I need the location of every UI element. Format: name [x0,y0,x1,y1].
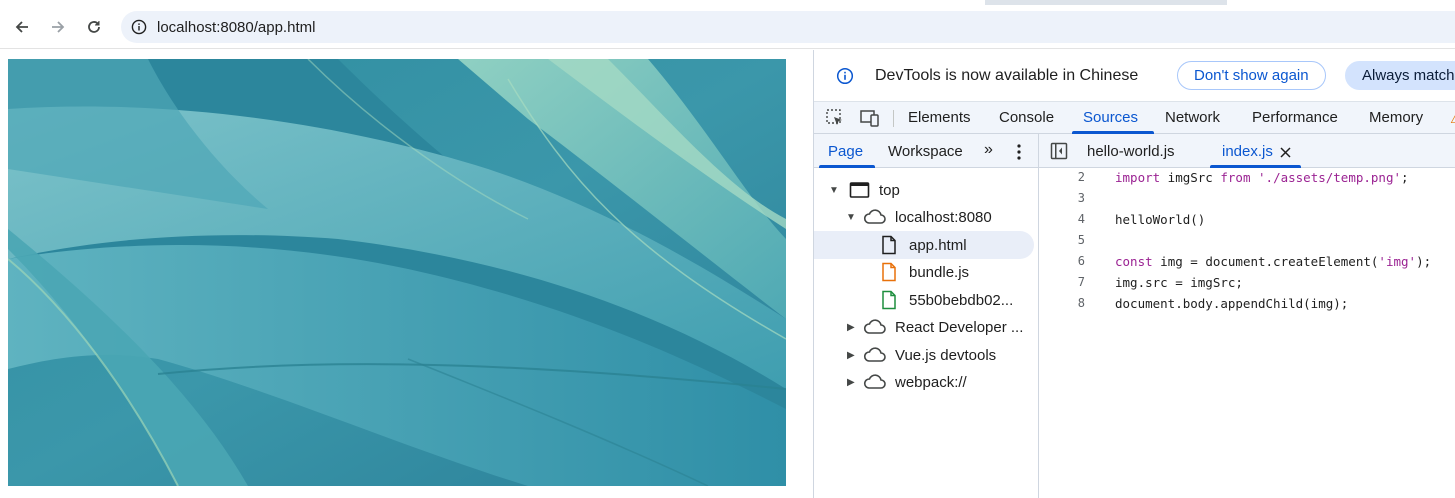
code-line: 5 [1039,231,1455,252]
device-toolbar-icon[interactable] [859,108,881,128]
infobar-message: DevTools is now available in Chinese [875,67,1139,84]
tree-item-image-file[interactable]: 55b0bebdb02... [814,286,1034,314]
tree-item-webpack[interactable]: ▶ webpack:// [814,368,1034,396]
back-button[interactable] [7,12,37,42]
forward-arrow-icon [52,21,65,33]
editor-tab-hello-world[interactable]: hello-world.js [1087,143,1175,160]
url-text: localhost:8080/app.html [157,18,316,36]
tab-network[interactable]: Network [1165,109,1220,126]
tree-item-label: webpack:// [895,373,967,391]
code-line: 6 const img = document.createElement('im… [1039,252,1455,273]
dont-show-again-button[interactable]: Don't show again [1177,61,1326,90]
toolbar-separator [893,110,894,127]
tree-item-label: top [879,181,900,199]
tree-item-bundle-js[interactable]: bundle.js [814,258,1034,286]
code-text: img.src = imgSrc; [1115,275,1243,290]
code-line: 2 import imgSrc from './assets/temp.png'… [1039,168,1455,189]
tab-performance[interactable]: Performance [1252,109,1338,126]
code-text: helloWorld() [1115,212,1206,227]
frame-icon [849,182,870,198]
cloud-icon [863,347,886,362]
browser-toolbar: localhost:8080/app.html [0,5,1455,49]
collapse-arrow-icon[interactable]: ▶ [847,377,855,388]
tree-item-label: app.html [909,236,967,254]
line-number: 6 [1077,254,1085,268]
tree-item-app-html[interactable]: app.html [814,231,1034,259]
expand-arrow-icon[interactable]: ▼ [829,185,839,196]
code-text: import imgSrc from './assets/temp.png'; [1115,170,1409,185]
code-text: document.body.appendChild(img); [1115,296,1349,311]
tab-memory[interactable]: Memory [1369,109,1423,126]
script-file-icon [882,262,896,282]
code-text: const img = document.createElement('img'… [1115,254,1432,269]
back-arrow-icon [15,21,28,33]
line-number: 8 [1077,296,1085,310]
collapse-arrow-icon[interactable]: ▶ [847,350,855,361]
tree-item-label: localhost:8080 [895,208,992,226]
tree-item-localhost[interactable]: ▼ localhost:8080 [814,203,1034,231]
code-line: 8 document.body.appendChild(img); [1039,294,1455,315]
inspect-element-icon[interactable] [825,108,845,128]
code-line: 7 img.src = imgSrc; [1039,273,1455,294]
code-line: 3 [1039,189,1455,210]
tree-item-react-devtools[interactable]: ▶ React Developer ... [814,313,1034,341]
devtools-main-tabbar: Elements Console Sources Network Perform… [814,101,1455,134]
warning-icon[interactable]: ⚠ [1450,109,1455,125]
more-options-icon[interactable] [1015,143,1023,161]
devtools-panel: DevTools is now available in Chinese Don… [813,50,1455,498]
address-bar[interactable]: localhost:8080/app.html [121,11,1455,43]
line-number: 5 [1077,233,1085,247]
line-number: 2 [1077,170,1085,184]
tab-workspace[interactable]: Workspace [888,143,963,160]
language-infobar: DevTools is now available in Chinese Don… [814,50,1455,101]
collapse-arrow-icon[interactable]: ▶ [847,322,855,333]
code-editor[interactable]: 2 import imgSrc from './assets/temp.png'… [1039,168,1455,498]
page-image [8,59,786,486]
cloud-icon [863,319,886,334]
line-number: 7 [1077,275,1085,289]
tree-item-label: bundle.js [909,263,970,281]
tree-item-vue-devtools[interactable]: ▶ Vue.js devtools [814,341,1034,369]
more-tabs-chevron-icon[interactable]: » [984,141,993,159]
file-navigator: ▼ top ▼ localhost:8080 app.html bundle.j… [814,168,1038,498]
image-file-icon [882,290,896,310]
info-icon [836,67,854,85]
tab-console[interactable]: Console [999,109,1054,126]
always-match-button[interactable]: Always match [1345,61,1455,90]
tree-item-label: 55b0bebdb02... [909,291,1014,309]
tree-item-top[interactable]: ▼ top [814,176,1034,204]
code-line: 4 helloWorld() [1039,210,1455,231]
reload-icon [88,21,100,33]
site-info-icon[interactable] [131,19,147,35]
sources-subtabbar: Page Workspace » hello-world.js index.js [814,134,1455,168]
tree-item-label: React Developer ... [895,318,1024,336]
document-icon [882,235,896,255]
agave-leaves-image [8,59,786,486]
line-number: 3 [1077,191,1085,205]
tab-sources[interactable]: Sources [1083,109,1138,126]
expand-arrow-icon[interactable]: ▼ [846,212,856,223]
tab-elements[interactable]: Elements [908,109,971,126]
cloud-icon [863,374,886,389]
tree-item-label: Vue.js devtools [895,346,997,364]
close-tab-icon[interactable] [1280,147,1291,158]
cloud-icon [863,209,886,224]
forward-button[interactable] [43,12,73,42]
line-number: 4 [1077,212,1085,226]
tab-page[interactable]: Page [828,143,863,160]
reload-button[interactable] [79,12,109,42]
toggle-navigator-icon[interactable] [1050,142,1068,160]
editor-tab-index[interactable]: index.js [1222,143,1273,160]
